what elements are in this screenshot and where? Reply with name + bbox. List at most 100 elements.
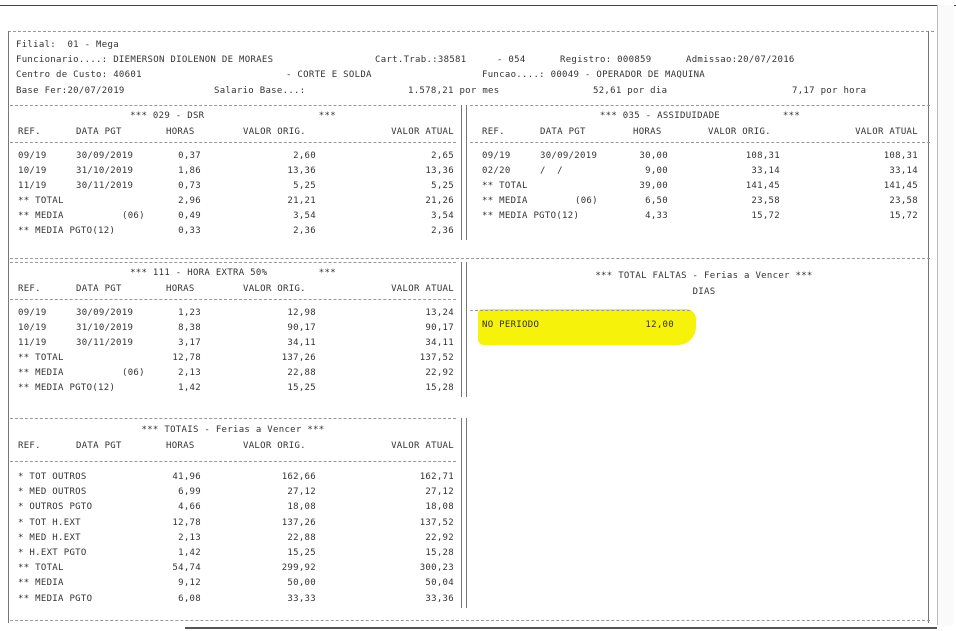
row-label: ** TOTAL xyxy=(18,563,64,574)
col-horas-header: HORAS xyxy=(166,127,195,137)
separator xyxy=(10,620,930,621)
separator xyxy=(470,105,930,106)
col-horas-header: HORAS xyxy=(633,127,662,137)
row-label: ** MEDIA xyxy=(482,196,528,206)
row-valor-orig: 141,45 xyxy=(745,181,780,191)
row-valor-atual: 22,92 xyxy=(425,368,454,378)
row-valor-atual: 18,08 xyxy=(425,502,454,513)
row-hours: 39,00 xyxy=(639,181,668,191)
row-label: ** MEDIA PGTO(12) xyxy=(18,383,116,393)
row-valor-orig: 12,98 xyxy=(287,308,316,318)
separator xyxy=(10,105,456,106)
column-divider xyxy=(461,262,462,397)
filial-label: Filial: 01 - Mega xyxy=(16,40,119,50)
row-hours: 0,33 xyxy=(178,226,201,236)
row-date: 30/11/2019 xyxy=(76,181,134,191)
col-horas-header: HORAS xyxy=(166,284,195,294)
row-label: ** MEDIA xyxy=(18,211,64,221)
separator xyxy=(10,418,456,419)
row-valor-orig: 33,14 xyxy=(751,166,780,176)
row-valor-orig: 299,92 xyxy=(281,563,316,574)
col-vorig-header: VALOR ORIG. xyxy=(243,284,306,294)
row-label: * H.EXT PGTO xyxy=(18,548,87,558)
row-valor-atual: 15,28 xyxy=(425,548,454,558)
faltas-title: *** TOTAL FALTAS - Ferias a Vencer *** xyxy=(595,271,813,281)
separator xyxy=(470,142,930,143)
assid-title: *** 035 - ASSIDUIDADE *** xyxy=(599,111,801,121)
row-hours: 2,96 xyxy=(178,196,201,206)
row-label: ** MEDIA PGTO(12) xyxy=(18,226,116,236)
row-hours: 4,66 xyxy=(178,502,201,513)
row-hours: 0,37 xyxy=(178,151,201,161)
col-data-header: DATA PGT xyxy=(76,441,122,451)
admissao: Admissao:20/07/2016 xyxy=(686,55,795,65)
row-ref: 11/19 xyxy=(18,181,47,191)
row-hours: 6,50 xyxy=(645,196,668,206)
col-vatual-header: VALOR ATUAL xyxy=(391,127,454,137)
col-vatual-header: VALOR ATUAL xyxy=(855,127,918,137)
row-label: ** MEDIA PGTO(12) xyxy=(482,211,580,221)
salario-por-hora: 7,17 por hora xyxy=(792,86,867,96)
row-hours: 54,74 xyxy=(172,563,201,574)
row-valor-orig: 15,25 xyxy=(287,383,316,393)
row-label: * TOT H.EXT xyxy=(18,517,81,528)
col-vorig-header: VALOR ORIG. xyxy=(243,127,306,137)
base-ferias: Base Fer:20/07/2019 xyxy=(16,86,125,96)
row-valor-atual: 137,52 xyxy=(419,517,454,528)
row-hours: 2,13 xyxy=(178,532,201,543)
row-valor-atual: 162,71 xyxy=(419,472,454,482)
row-valor-atual: 21,26 xyxy=(425,196,454,206)
col-ref-header: REF. xyxy=(18,127,41,137)
row-label: * TOT OUTROS xyxy=(18,472,87,482)
row-label: ** MEDIA xyxy=(18,368,64,378)
row-valor-orig: 137,26 xyxy=(281,517,316,528)
row-valor-orig: 13,36 xyxy=(287,166,316,176)
row-label: ** TOTAL xyxy=(18,196,64,206)
row-date: 30/09/2019 xyxy=(76,151,134,161)
row-valor-atual: 27,12 xyxy=(425,487,454,498)
row-valor-atual: 2,36 xyxy=(431,226,454,236)
row-valor-atual: 34,11 xyxy=(425,338,454,348)
row-valor-orig: 50,00 xyxy=(287,578,316,589)
row-valor-atual: 300,23 xyxy=(419,563,454,574)
row-date: 31/10/2019 xyxy=(76,323,134,333)
left-border xyxy=(8,31,9,623)
carteira-trabalho: Cart.Trab.:38581 xyxy=(375,55,467,65)
row-valor-orig: 15,72 xyxy=(751,211,780,221)
row-valor-orig: 34,11 xyxy=(287,338,316,348)
row-hours: 1,42 xyxy=(178,548,201,558)
row-hours: 8,38 xyxy=(178,323,201,333)
row-hours: 3,17 xyxy=(178,338,201,348)
row-valor-orig: 23,58 xyxy=(751,196,780,206)
row-valor-atual: 2,65 xyxy=(431,151,454,161)
col-data-header: DATA PGT xyxy=(540,127,586,137)
hextra-title: *** 111 - HORA EXTRA 50% *** xyxy=(130,268,336,278)
salario-base-label: Salario Base...: xyxy=(214,86,306,96)
row-valor-orig: 162,66 xyxy=(281,472,316,482)
row-label: * MED H.EXT xyxy=(18,532,81,543)
row-valor-orig: 5,25 xyxy=(293,181,316,191)
row-months: (06) xyxy=(575,196,598,206)
col-ref-header: REF. xyxy=(18,284,41,294)
row-hours: 12,78 xyxy=(172,353,201,363)
salario-por-mes: 1.578,21 por mes xyxy=(408,86,500,96)
vertical-scrollbar[interactable] xyxy=(937,5,954,625)
row-ref: 09/19 xyxy=(18,151,47,161)
faltas-periodo-value: 12,00 xyxy=(645,320,674,330)
row-valor-orig: 27,12 xyxy=(287,487,316,498)
carteira-serie: - 054 xyxy=(497,55,526,65)
row-valor-orig: 33,33 xyxy=(287,593,316,604)
separator xyxy=(10,142,456,143)
row-valor-orig: 22,88 xyxy=(287,532,316,543)
row-valor-atual: 13,24 xyxy=(425,308,454,318)
col-data-header: DATA PGT xyxy=(76,284,122,294)
col-data-header: DATA PGT xyxy=(76,127,122,137)
column-divider xyxy=(466,262,467,397)
row-valor-orig: 15,25 xyxy=(287,548,316,558)
row-valor-orig: 90,17 xyxy=(287,323,316,333)
row-hours: 1,42 xyxy=(178,383,201,393)
row-hours: 1,23 xyxy=(178,308,201,318)
row-valor-orig: 2,36 xyxy=(293,226,316,236)
row-hours: 41,96 xyxy=(172,472,201,482)
col-ref-header: REF. xyxy=(482,127,505,137)
